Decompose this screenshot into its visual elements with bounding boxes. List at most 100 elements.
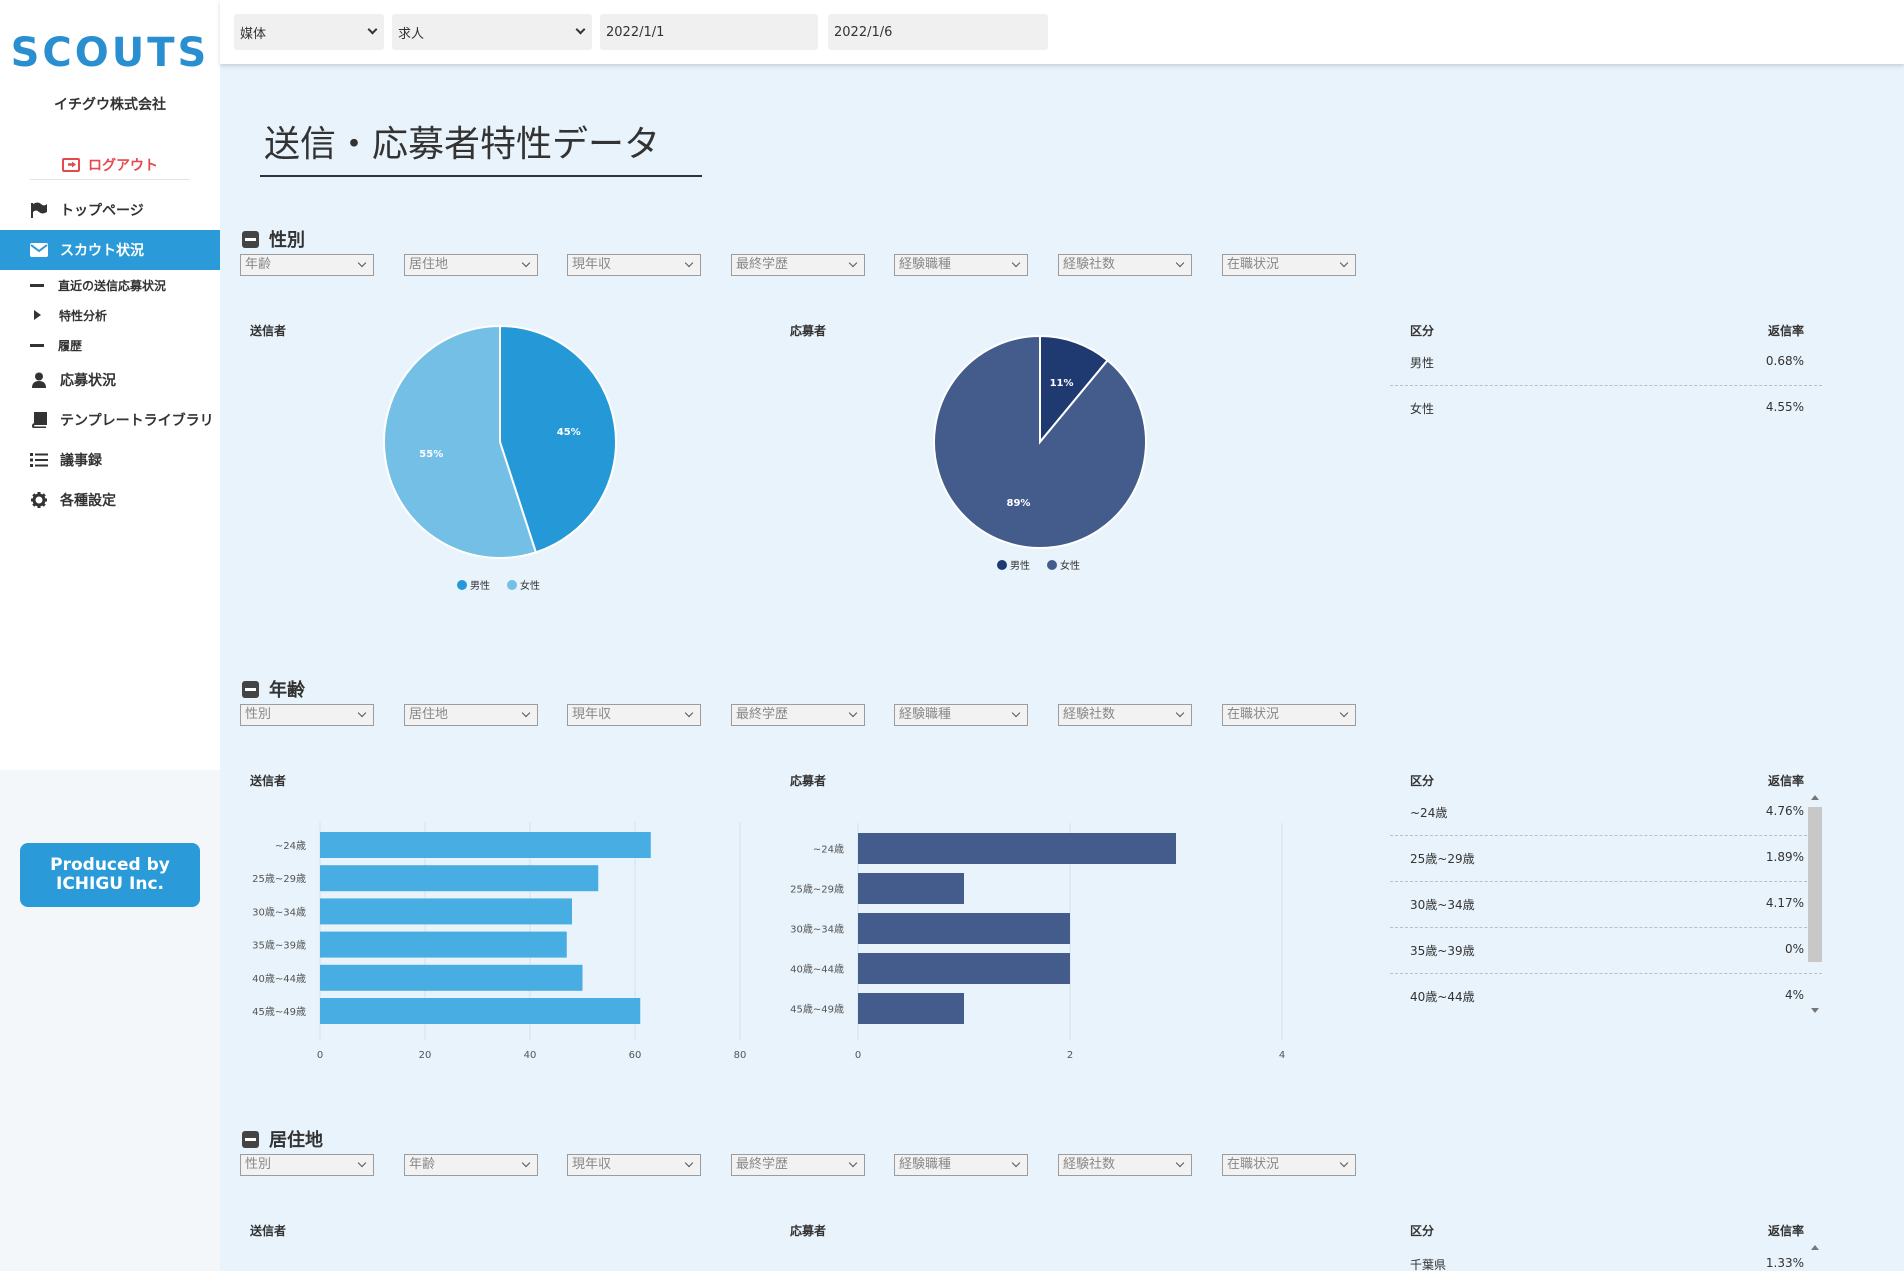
- collapse-icon[interactable]: [242, 680, 259, 698]
- gender-table-header-category: 区分: [1410, 324, 1435, 338]
- filter-select[interactable]: 現年収: [567, 1154, 701, 1176]
- chevron-down-icon: [848, 258, 858, 268]
- x-tick-label: 0: [855, 1050, 861, 1061]
- y-tick-label: 40歳~44歳: [252, 973, 306, 985]
- y-tick-label: ~24歳: [275, 840, 306, 852]
- sidebar-item-label: トップページ: [60, 203, 144, 219]
- filter-select[interactable]: 経験職種: [894, 704, 1028, 726]
- bar[interactable]: [320, 865, 599, 892]
- filter-select[interactable]: 居住地: [404, 704, 538, 726]
- filter-select[interactable]: 現年収: [567, 704, 701, 726]
- filter-select[interactable]: 経験社数: [1058, 704, 1192, 726]
- chevron-down-icon: [1011, 708, 1021, 718]
- filter-select-value: 経験職種: [899, 257, 952, 272]
- filter-select[interactable]: 性別: [240, 704, 374, 726]
- age-table-header-category: 区分: [1410, 774, 1435, 788]
- y-tick-label: 45歳~49歳: [252, 1006, 306, 1018]
- gear-icon: [30, 492, 48, 508]
- chevron-down-icon: [1339, 1158, 1349, 1168]
- section-gender-header[interactable]: 性別: [242, 226, 305, 252]
- y-tick-label: 25歳~29歳: [252, 873, 306, 885]
- filter-select[interactable]: 年齢: [404, 1154, 538, 1176]
- sidebar-item-application-status[interactable]: 応募状況: [0, 360, 220, 400]
- app-logo[interactable]: SCOUTS: [10, 30, 210, 76]
- section-age-header[interactable]: 年齢: [242, 676, 305, 702]
- filter-select[interactable]: 在職状況: [1222, 254, 1356, 276]
- bar[interactable]: [320, 964, 583, 991]
- chevron-down-icon: [1175, 1158, 1185, 1168]
- chevron-down-icon: [684, 258, 694, 268]
- filter-select[interactable]: 居住地: [404, 254, 538, 276]
- table-row: 千葉県 1.33%: [1390, 1240, 1822, 1271]
- scroll-down-icon[interactable]: [1811, 1008, 1819, 1013]
- bar[interactable]: [320, 898, 572, 925]
- filter-select[interactable]: 経験職種: [894, 1154, 1028, 1176]
- filter-select[interactable]: 在職状況: [1222, 704, 1356, 726]
- bar[interactable]: [858, 993, 964, 1024]
- bar[interactable]: [320, 931, 567, 958]
- media-select[interactable]: 媒体: [234, 14, 384, 50]
- collapse-icon[interactable]: [242, 1130, 259, 1148]
- legend-marker: [507, 580, 517, 590]
- scroll-up-icon[interactable]: [1811, 795, 1819, 800]
- sidebar-item-minutes[interactable]: 議事録: [0, 440, 220, 480]
- row-rate: 1.89%: [1765, 850, 1804, 864]
- date-to-input[interactable]: 2022/1/6: [828, 14, 1048, 50]
- bar[interactable]: [858, 953, 1070, 984]
- bar[interactable]: [858, 833, 1176, 864]
- sidebar-item-template-library[interactable]: テンプレートライブラリ: [0, 400, 220, 440]
- chevron-down-icon: [1175, 708, 1185, 718]
- section-residence-header[interactable]: 居住地: [242, 1126, 323, 1152]
- filter-select-value: 最終学歴: [736, 257, 789, 272]
- bar[interactable]: [320, 998, 641, 1024]
- job-select[interactable]: 求人: [392, 14, 592, 50]
- x-tick-label: 4: [1279, 1050, 1285, 1061]
- filter-select[interactable]: 経験職種: [894, 254, 1028, 276]
- bar[interactable]: [858, 913, 1070, 944]
- date-from-input[interactable]: 2022/1/1: [600, 14, 818, 50]
- sidebar-item-label: 特性分析: [59, 308, 108, 323]
- sidebar-item-label: 応募状況: [60, 373, 116, 389]
- chevron-down-icon: [1339, 708, 1349, 718]
- sidebar-item-top-page[interactable]: トップページ: [0, 190, 220, 230]
- chevron-down-icon: [1175, 258, 1185, 268]
- filter-select[interactable]: 経験社数: [1058, 1154, 1192, 1176]
- filter-select[interactable]: 年齢: [240, 254, 374, 276]
- section-title: 性別: [269, 230, 305, 251]
- filter-select[interactable]: 最終学歴: [731, 1154, 865, 1176]
- chevron-down-icon: [521, 1158, 531, 1168]
- row-category: 女性: [1410, 402, 1435, 416]
- filter-select[interactable]: 最終学歴: [731, 254, 865, 276]
- collapse-icon[interactable]: [242, 230, 259, 248]
- pie-slice-female[interactable]: [933, 334, 1147, 549]
- filter-select[interactable]: 性別: [240, 1154, 374, 1176]
- legend-marker: [1047, 560, 1057, 570]
- bar[interactable]: [320, 832, 651, 858]
- filter-select-value: 在職状況: [1227, 257, 1280, 272]
- sidebar-item-settings[interactable]: 各種設定: [0, 480, 220, 520]
- y-tick-label: 40歳~44歳: [790, 964, 844, 976]
- logout-button[interactable]: ログアウト: [30, 150, 190, 180]
- chevron-down-icon: [1339, 258, 1349, 268]
- chevron-down-icon: [848, 708, 858, 718]
- page-title: 送信・応募者特性データ: [260, 115, 702, 177]
- filter-select[interactable]: 経験社数: [1058, 254, 1192, 276]
- filter-select[interactable]: 現年収: [567, 254, 701, 276]
- y-tick-label: 30歳~34歳: [790, 924, 844, 936]
- sidebar-subitem-history[interactable]: 履歴: [0, 330, 220, 360]
- list-icon: [30, 452, 48, 468]
- sidebar-subitem-analysis[interactable]: 特性分析: [0, 300, 220, 330]
- bar[interactable]: [858, 873, 964, 904]
- scroll-thumb[interactable]: [1808, 807, 1822, 962]
- sidebar-item-scout-status[interactable]: スカウト状況: [0, 230, 220, 270]
- filter-select[interactable]: 最終学歴: [731, 704, 865, 726]
- produced-by-badge[interactable]: Produced by ICHIGU Inc.: [20, 843, 200, 907]
- scroll-up-icon[interactable]: [1811, 1245, 1819, 1250]
- sidebar-subitem-recent[interactable]: 直近の送信応募状況: [0, 270, 220, 300]
- row-rate: 4.76%: [1765, 804, 1804, 818]
- age-table-scrollbar[interactable]: [1808, 795, 1822, 1020]
- chevron-down-icon: [684, 708, 694, 718]
- filter-select[interactable]: 在職状況: [1222, 1154, 1356, 1176]
- row-rate: 0%: [1784, 942, 1804, 956]
- chevron-down-icon: [521, 258, 531, 268]
